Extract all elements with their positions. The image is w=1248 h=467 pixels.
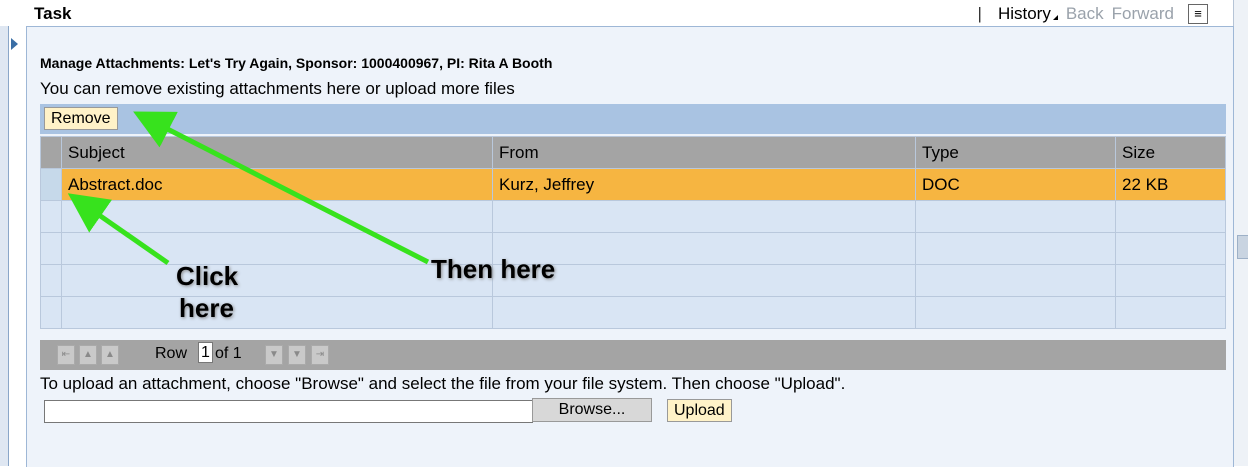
- left-marker-icon: [11, 38, 18, 50]
- then-here-annotation: Then here: [431, 254, 556, 284]
- table-row: [40, 200, 1226, 233]
- toolbar-separator: |: [977, 4, 982, 23]
- page-title: Manage Attachments: Let's Try Again, Spo…: [40, 55, 553, 71]
- row-selector[interactable]: [40, 200, 62, 233]
- list-icon[interactable]: ≡: [1188, 4, 1208, 24]
- pager-of-label: of 1: [215, 345, 242, 362]
- column-header-from[interactable]: From: [492, 136, 916, 169]
- select-all-header[interactable]: [40, 136, 62, 169]
- file-path-input[interactable]: [44, 400, 533, 423]
- table-header-row: Subject From Type Size: [40, 136, 1226, 169]
- cell-type: DOC: [915, 168, 1116, 201]
- row-number-input[interactable]: 1: [198, 342, 213, 363]
- cell-size: 22 KB: [1115, 168, 1226, 201]
- next-row-icon[interactable]: ▼: [265, 345, 283, 365]
- next-page-block-icon[interactable]: ▼: [288, 345, 306, 365]
- history-label: History: [997, 4, 1051, 23]
- back-link[interactable]: Back: [1066, 4, 1104, 24]
- cell-from: Kurz, Jeffrey: [492, 168, 916, 201]
- history-toolbar: | History Back Forward ≡: [978, 4, 1208, 24]
- browse-button[interactable]: Browse...: [532, 398, 652, 422]
- scroll-thumb[interactable]: [1237, 235, 1248, 259]
- forward-link[interactable]: Forward: [1112, 4, 1174, 24]
- pager-row-label: Row: [155, 345, 188, 362]
- click-here-line1: Click: [176, 261, 239, 291]
- remove-button[interactable]: Remove: [44, 107, 118, 130]
- row-selector[interactable]: [40, 296, 62, 329]
- row-selector[interactable]: [40, 264, 62, 297]
- page-subtitle: You can remove existing attachments here…: [40, 79, 515, 98]
- action-bar: [40, 104, 1226, 134]
- row-selector[interactable]: [40, 232, 62, 265]
- cell-subject: Abstract.doc: [61, 168, 493, 201]
- task-title: Task: [34, 4, 72, 23]
- table-pager: ⇤ ▲ ▲ Row 1 of 1 ▼ ▼ ⇥: [40, 340, 1226, 370]
- history-dropdown-icon: [1052, 15, 1058, 20]
- history-link[interactable]: History: [998, 4, 1058, 24]
- previous-row-icon[interactable]: ▲: [101, 345, 119, 365]
- click-here-annotation: Click here: [176, 260, 238, 324]
- upload-instructions: To upload an attachment, choose "Browse"…: [40, 374, 846, 393]
- last-page-icon[interactable]: ⇥: [311, 345, 329, 365]
- column-header-type[interactable]: Type: [915, 136, 1116, 169]
- table-row[interactable]: Abstract.doc Kurz, Jeffrey DOC 22 KB: [40, 168, 1226, 201]
- column-header-size[interactable]: Size: [1115, 136, 1226, 169]
- click-here-line2: here: [179, 293, 234, 323]
- column-header-subject[interactable]: Subject: [61, 136, 493, 169]
- upload-button[interactable]: Upload: [667, 399, 732, 422]
- row-selector[interactable]: [40, 168, 62, 201]
- first-page-icon[interactable]: ⇤: [57, 345, 75, 365]
- right-scrollbar[interactable]: [1233, 0, 1248, 466]
- previous-page-block-icon[interactable]: ▲: [79, 345, 97, 365]
- left-edge-bar: [0, 0, 9, 466]
